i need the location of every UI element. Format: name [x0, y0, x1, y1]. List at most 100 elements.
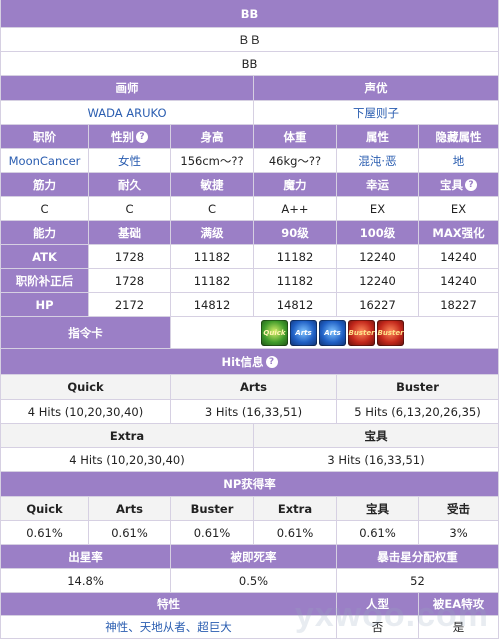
- name-header-row: BB: [0, 0, 499, 28]
- illustrator-header: 画师: [0, 76, 254, 101]
- hit-np-header: 宝具: [254, 424, 499, 448]
- agility-value: C: [171, 197, 254, 221]
- luck-header: 幸运: [337, 173, 419, 197]
- hit-values-row: 4 Hits (10,20,30,40) 3 Hits (16,33,51) 5…: [0, 400, 499, 424]
- help-icon[interactable]: ?: [265, 355, 278, 368]
- hit-info-header: Hit信息?: [0, 349, 499, 375]
- param-header-row: 筋力 耐久 敏捷 魔力 幸运 宝具?: [0, 173, 499, 197]
- weight-header: 体重: [254, 125, 337, 149]
- death-rate-value: 0.5%: [171, 569, 337, 593]
- name-header: BB: [0, 0, 499, 28]
- atk-max-fou: 14240: [419, 245, 499, 269]
- attribute-header: 属性: [337, 125, 419, 149]
- help-icon[interactable]: ?: [136, 130, 148, 143]
- base-header: 基础: [89, 221, 171, 245]
- traits-value[interactable]: 神性、天地从者、超巨大: [0, 616, 337, 639]
- np-param-header: 宝具?: [419, 173, 499, 197]
- hit-info-header-row: Hit信息?: [0, 349, 499, 375]
- atk-row: ATK 1728 11182 11182 12240 14240: [0, 245, 499, 269]
- adjusted-100: 12240: [337, 269, 419, 293]
- np-extra-value: 0.61%: [254, 521, 337, 545]
- hit-info-header-label: Hit信息: [221, 354, 264, 369]
- strength-value: C: [0, 197, 89, 221]
- np-np-header: 宝具: [337, 497, 419, 521]
- hit-extra-header: Extra: [0, 424, 254, 448]
- strength-header: 筋力: [0, 173, 89, 197]
- servant-info-table: BB ＢＢ BB 画师 声优 WADA ARUKO 下屋则子 职阶 性别? 身高…: [0, 0, 499, 639]
- ea-weak-value: 是: [419, 616, 499, 639]
- hp-base: 2172: [89, 293, 171, 317]
- atk-label: ATK: [0, 245, 89, 269]
- hidden-attribute-header: 隐藏属性: [419, 125, 499, 149]
- np-buster-value: 0.61%: [171, 521, 254, 545]
- np-gain-header-row: NP获得率: [0, 472, 499, 497]
- level-90-header: 90级: [254, 221, 337, 245]
- ea-weak-header: 被EA特攻: [419, 593, 499, 616]
- np-extra-header: Extra: [254, 497, 337, 521]
- arts-card-icon: Arts: [319, 319, 346, 346]
- hidden-attribute-value[interactable]: 地: [419, 149, 499, 173]
- adjusted-90: 11182: [254, 269, 337, 293]
- np-buster-header: Buster: [171, 497, 254, 521]
- np-param-header-label: 宝具: [440, 177, 463, 192]
- endurance-header: 耐久: [89, 173, 171, 197]
- np-gain-header: NP获得率: [0, 472, 499, 497]
- humanoid-header: 人型: [337, 593, 419, 616]
- staff-header-row: 画师 声优: [0, 76, 499, 101]
- class-value[interactable]: MoonCancer: [0, 149, 89, 173]
- hp-row: HP 2172 14812 14812 16227 18227: [0, 293, 499, 317]
- name-en: BB: [0, 52, 499, 76]
- command-cards-row: 指令卡 Quick Arts Arts Buster Buster: [0, 317, 499, 349]
- level-100-header: 100级: [337, 221, 419, 245]
- hit-subheader-row: Quick Arts Buster: [0, 375, 499, 400]
- hp-90: 14812: [254, 293, 337, 317]
- hp-label: HP: [0, 293, 89, 317]
- np-arts-header: Arts: [89, 497, 171, 521]
- np-np-value: 0.61%: [337, 521, 419, 545]
- voice-actor-link[interactable]: 下屋则子: [254, 101, 499, 125]
- hp-max-fou: 18227: [419, 293, 499, 317]
- gender-header: 性别?: [89, 125, 171, 149]
- np-arts-value: 0.61%: [89, 521, 171, 545]
- np-defense-value: 3%: [419, 521, 499, 545]
- np-param-value: EX: [419, 197, 499, 221]
- help-icon[interactable]: ?: [465, 178, 477, 191]
- hit-arts-header: Arts: [171, 375, 337, 400]
- ability-header-row: 能力 基础 满级 90级 100级 MAX强化: [0, 221, 499, 245]
- param-row: C C C A++ EX EX: [0, 197, 499, 221]
- adjusted-base: 1728: [89, 269, 171, 293]
- gender-value[interactable]: 女性: [89, 149, 171, 173]
- profile-row: MoonCancer 女性 156cm～?? 46kg～?? 混沌·恶 地: [0, 149, 499, 173]
- command-cards: Quick Arts Arts Buster Buster: [171, 317, 499, 349]
- attribute-value[interactable]: 混沌·恶: [337, 149, 419, 173]
- np-subheader-row: Quick Arts Buster Extra 宝具 受击: [0, 497, 499, 521]
- hit-np-value: 3 Hits (16,33,51): [254, 448, 499, 472]
- adjusted-max-fou: 14240: [419, 269, 499, 293]
- star-weight-header: 暴击星分配权重: [337, 545, 499, 569]
- agility-header: 敏捷: [171, 173, 254, 197]
- endurance-value: C: [89, 197, 171, 221]
- command-cards-header: 指令卡: [0, 317, 171, 349]
- np-quick-value: 0.61%: [0, 521, 89, 545]
- hit-arts-value: 3 Hits (16,33,51): [171, 400, 337, 424]
- hit-extra-value: 4 Hits (10,20,30,40): [0, 448, 254, 472]
- max-level-header: 满级: [171, 221, 254, 245]
- star-gen-value: 14.8%: [0, 569, 171, 593]
- atk-100: 12240: [337, 245, 419, 269]
- name-jp: ＢＢ: [0, 28, 499, 52]
- np-defense-header: 受击: [419, 497, 499, 521]
- illustrator-link[interactable]: WADA ARUKO: [0, 101, 254, 125]
- class-adjusted-label: 职阶补正后: [0, 269, 89, 293]
- buster-card-icon: Buster: [348, 319, 375, 346]
- star-header-row: 出星率 被即死率 暴击星分配权重: [0, 545, 499, 569]
- atk-max: 11182: [171, 245, 254, 269]
- max-fou-header: MAX强化: [419, 221, 499, 245]
- staff-row: WADA ARUKO 下屋则子: [0, 101, 499, 125]
- trait-values-row: 神性、天地从者、超巨大 否 是: [0, 616, 499, 639]
- height-value: 156cm～??: [171, 149, 254, 173]
- np-quick-header: Quick: [0, 497, 89, 521]
- ability-header: 能力: [0, 221, 89, 245]
- trait-header-row: 特性 人型 被EA特攻: [0, 593, 499, 616]
- profile-header-row: 职阶 性别? 身高 体重 属性 隐藏属性: [0, 125, 499, 149]
- gender-header-label: 性别: [111, 129, 134, 144]
